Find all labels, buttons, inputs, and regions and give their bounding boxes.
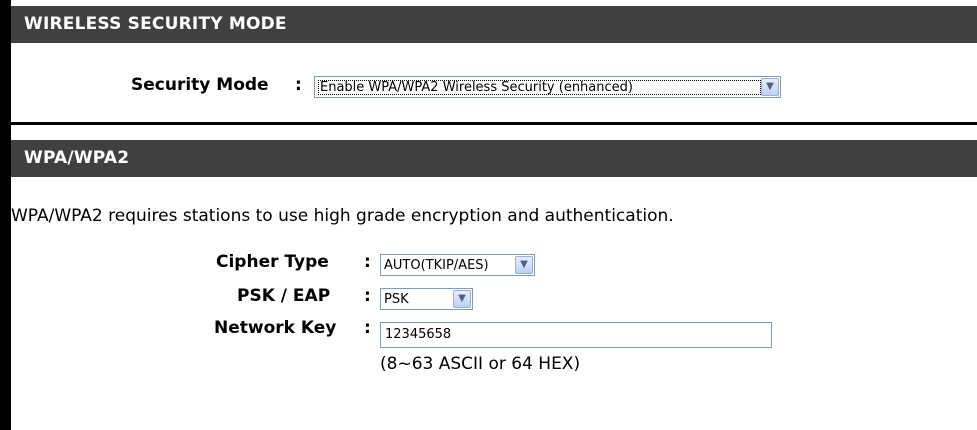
- network-key-input[interactable]: 12345658: [380, 322, 772, 348]
- wpa-description: WPA/WPA2 requires stations to use high g…: [11, 206, 674, 226]
- security-mode-value: Enable WPA/WPA2 Wireless Security (enhan…: [318, 79, 761, 95]
- cipher-type-label: Cipher Type: [216, 252, 329, 272]
- security-mode-colon: :: [295, 75, 302, 95]
- security-mode-select[interactable]: Enable WPA/WPA2 Wireless Security (enhan…: [314, 76, 781, 98]
- psk-eap-value: PSK: [384, 291, 409, 307]
- psk-eap-select[interactable]: PSK ▼: [380, 288, 473, 310]
- psk-eap-colon: :: [364, 286, 371, 306]
- network-key-label: Network Key: [214, 318, 337, 338]
- network-key-colon: :: [364, 318, 371, 338]
- section-header-wpa-wpa2: WPA/WPA2: [11, 140, 977, 177]
- chevron-down-icon[interactable]: ▼: [761, 78, 779, 96]
- chevron-down-icon[interactable]: ▼: [515, 256, 533, 274]
- cipher-type-colon: :: [364, 252, 371, 272]
- settings-panel: WIRELESS SECURITY MODE Security Mode : E…: [10, 0, 977, 430]
- cipher-type-value: AUTO(TKIP/AES): [384, 257, 489, 273]
- section-header-wireless-security-mode: WIRELESS SECURITY MODE: [11, 6, 977, 43]
- psk-eap-label: PSK / EAP: [237, 286, 331, 306]
- security-mode-label: Security Mode: [131, 75, 269, 95]
- chevron-down-icon[interactable]: ▼: [453, 290, 471, 308]
- section-divider: [11, 122, 977, 125]
- cipher-type-select[interactable]: AUTO(TKIP/AES) ▼: [380, 254, 535, 276]
- network-key-hint: (8~63 ASCII or 64 HEX): [380, 354, 581, 374]
